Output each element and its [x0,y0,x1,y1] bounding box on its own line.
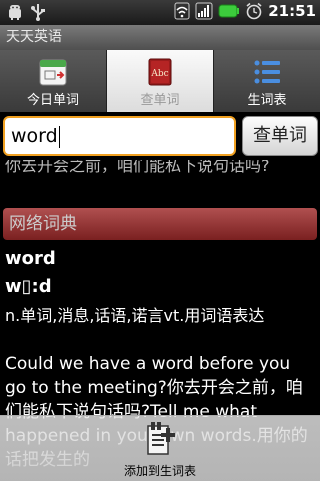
tab-lookup-word[interactable]: Abc 查单词 [107,50,214,112]
previous-text: 你去开会之前，咱们能私下说句话吗? [5,160,270,175]
tab-bar: 今日单词 Abc 查单词 生词表 [0,50,320,112]
status-time: 21:51 [268,2,316,20]
usb-icon [31,4,45,21]
wifi-icon [174,2,190,20]
tab-lookup-word-label: 查单词 [140,93,180,108]
tab-vocabulary-list-label: 生词表 [247,93,287,108]
search-input[interactable]: word [3,116,236,156]
list-icon [254,60,280,84]
tab-vocabulary-list[interactable]: 生词表 [214,50,320,112]
dictionary-book-icon: Abc [148,58,172,86]
definition: n.单词,消息,话语,诺言vt.用词语表达 [5,306,265,325]
search-bar: word 查单词 [0,112,320,160]
alarm-icon [246,2,262,20]
add-note-icon [147,422,175,455]
section-header-web-dictionary: 网络词典 [3,208,317,240]
add-to-vocabulary-label: 添加到生词表 [123,464,196,478]
headword: word [5,248,56,269]
phonetic: w▯:d [5,276,52,297]
status-bar: 21:51 [0,0,320,25]
signal-icon [195,2,213,20]
calendar-icon [39,59,67,86]
battery-icon [218,4,240,18]
text-cursor [58,125,60,148]
app-title: 天天英语 [0,25,320,50]
lookup-button[interactable]: 查单词 [242,116,318,156]
status-notifications [6,3,46,21]
add-to-vocabulary-button[interactable]: 添加到生词表 [0,415,320,481]
search-input-value: word [11,125,58,147]
svg-text:Abc: Abc [150,69,168,79]
android-icon [9,5,21,20]
tab-today-word-label: 今日单词 [26,93,79,108]
tab-today-word[interactable]: 今日单词 [0,50,107,112]
